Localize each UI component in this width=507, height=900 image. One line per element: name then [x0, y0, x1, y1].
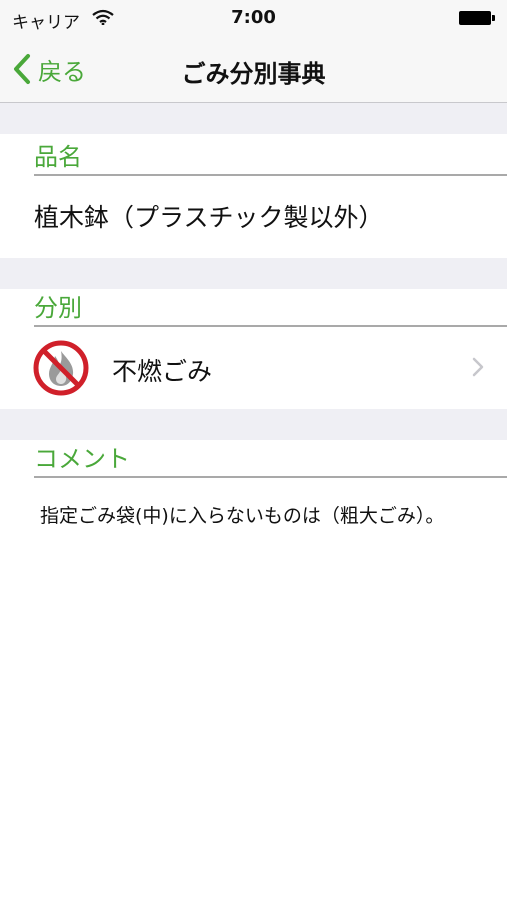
section-spacer: [0, 103, 507, 134]
section-spacer: [0, 409, 507, 440]
page-title: ごみ分別事典: [181, 60, 326, 88]
item-name-value: 植木鉢（プラスチック製以外）: [34, 203, 384, 232]
category-row[interactable]: 不燃ごみ: [0, 326, 507, 408]
section-spacer: [0, 258, 507, 289]
name-header-label: 品名: [34, 143, 82, 171]
chevron-right-icon: [472, 357, 484, 377]
navigation-bar: 戻る ごみ分別事典: [0, 36, 507, 103]
battery-icon: [459, 11, 495, 25]
name-section-header: 品名: [34, 138, 507, 176]
no-burn-icon: [33, 340, 89, 396]
comment-section-header: コメント: [34, 440, 507, 478]
category-header-label: 分別: [34, 294, 82, 322]
status-time: 7:00: [231, 7, 276, 28]
category-section-header: 分別: [34, 289, 507, 327]
comment-header-label: コメント: [34, 445, 130, 473]
status-bar: キャリア 7:00: [0, 0, 507, 36]
comment-text: 指定ごみ袋(中)に入らないものは（粗大ごみ）。: [40, 505, 445, 527]
category-value: 不燃ごみ: [112, 357, 213, 386]
